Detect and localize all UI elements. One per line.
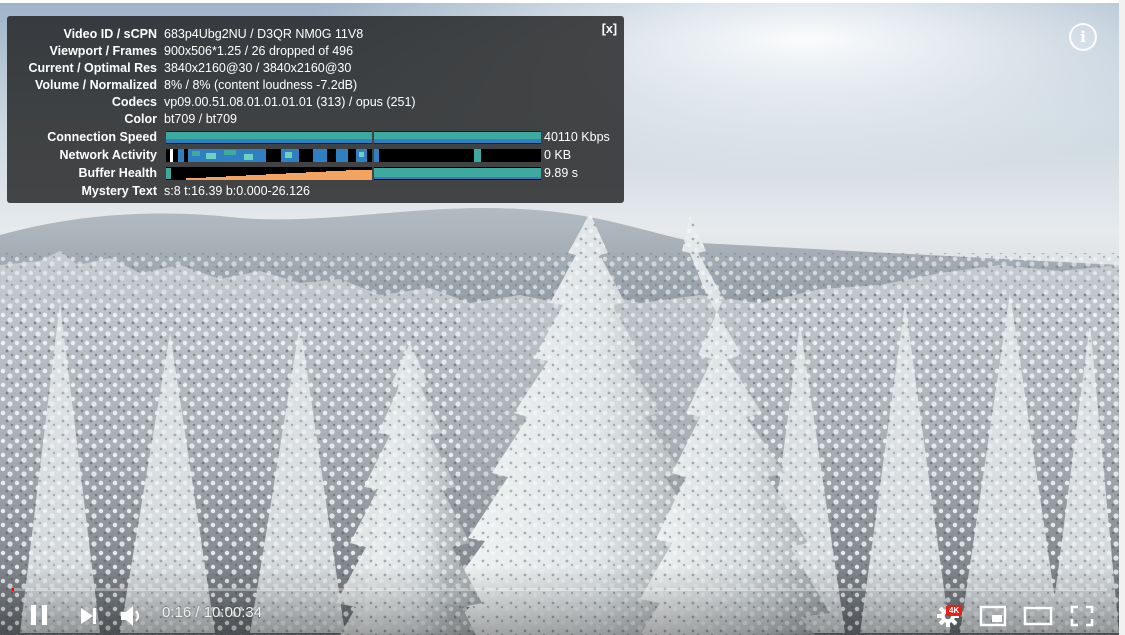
network-activity-graph-recent <box>374 149 541 162</box>
pause-icon[interactable] <box>28 603 50 627</box>
stats-label: Network Activity <box>59 148 157 162</box>
next-icon[interactable] <box>79 606 99 626</box>
quality-badge: 4K <box>946 605 963 616</box>
info-icon[interactable]: i <box>1069 23 1097 51</box>
page-scrollbar-track <box>1119 0 1125 635</box>
stats-for-nerds-panel: [x] Video ID / sCPN 683p4Ubg2NU / D3QR N… <box>7 16 624 203</box>
stats-label: Mystery Text <box>81 184 158 198</box>
stats-label: Current / Optimal Res <box>28 61 158 75</box>
stats-label: Codecs <box>111 95 157 109</box>
stats-value: 3840x2160@30 / 3840x2160@30 <box>164 61 352 75</box>
time-current: 0:16 <box>162 604 192 621</box>
progress-played <box>12 588 14 591</box>
video-player[interactable]: [x] Video ID / sCPN 683p4Ubg2NU / D3QR N… <box>0 3 1119 635</box>
stats-label: Connection Speed <box>47 130 157 144</box>
progress-bar[interactable] <box>12 588 1107 591</box>
volume-icon[interactable] <box>120 605 144 627</box>
stats-label: Video ID / sCPN <box>63 27 157 41</box>
stats-label: Color <box>124 112 157 126</box>
connection-speed-value: 40110 Kbps <box>544 130 610 144</box>
stats-label: Viewport / Frames <box>49 44 157 58</box>
connection-speed-graph-recent <box>374 131 541 144</box>
stats-row-network-activity: Network Activity 0 KB <box>7 147 624 164</box>
network-activity-value: 0 KB <box>544 148 572 162</box>
stats-value: 683p4Ubg2NU / D3QR NM0G 11V8 <box>164 27 364 41</box>
stats-row-connection-speed: Connection Speed 40110 Kbps <box>7 129 624 146</box>
network-activity-graph <box>166 149 372 162</box>
miniplayer-icon[interactable] <box>979 605 1007 627</box>
theater-mode-icon[interactable] <box>1023 606 1053 626</box>
stats-value: 900x506*1.25 / 26 dropped of 496 <box>164 44 354 58</box>
time-duration: 10:00:34 <box>203 604 263 621</box>
stats-value: s:8 t:16.39 b:0.000-26.126 <box>164 184 310 198</box>
time-display: 0:16 / 10:00:34 <box>162 603 262 623</box>
connection-speed-graph <box>166 131 372 144</box>
stats-close-button[interactable]: [x] <box>602 22 617 36</box>
buffer-health-graph <box>166 167 372 180</box>
stats-row-buffer-health: Buffer Health 9.89 s <box>7 165 624 182</box>
buffer-health-value: 9.89 s <box>544 166 579 180</box>
stats-value: vp09.00.51.08.01.01.01.01 (313) / opus (… <box>164 95 416 109</box>
buffer-health-graph-recent <box>374 167 541 180</box>
stats-value: 8% / 8% (content loudness -7.2dB) <box>164 78 358 92</box>
fullscreen-icon[interactable] <box>1070 605 1094 627</box>
stats-label: Buffer Health <box>78 166 157 180</box>
stats-value: bt709 / bt709 <box>164 112 237 126</box>
time-separator: / <box>191 604 204 621</box>
stats-label: Volume / Normalized <box>34 78 157 92</box>
